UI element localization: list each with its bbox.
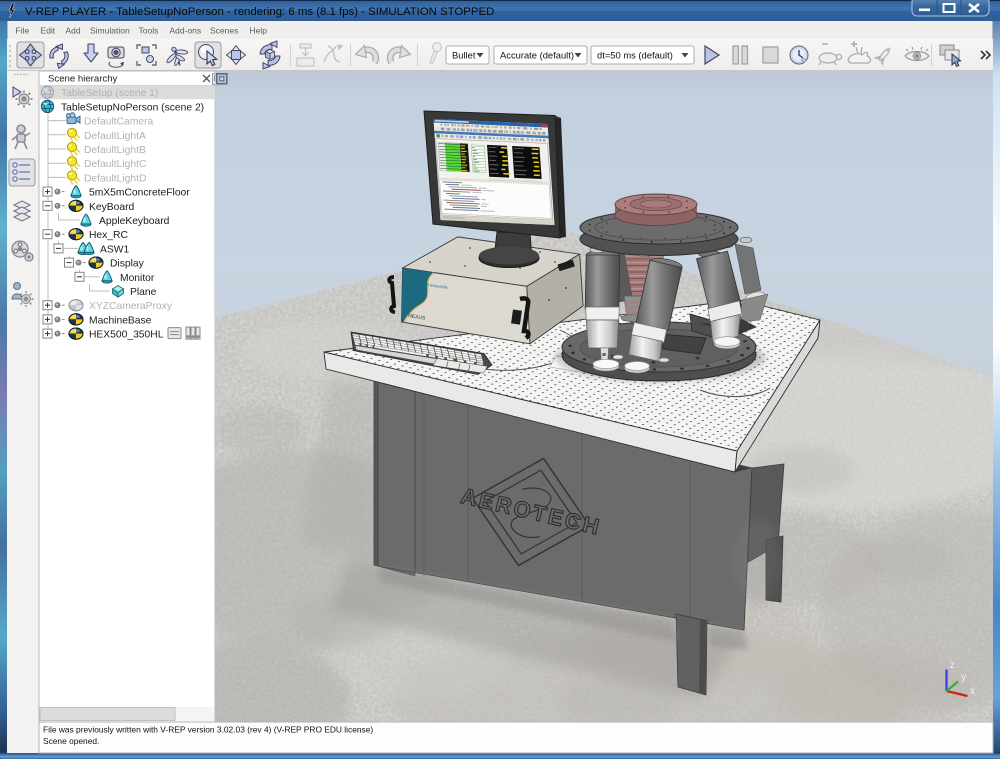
svg-text:DefaultLightD: DefaultLightD (84, 173, 146, 184)
svg-text:Hex_RC: Hex_RC (89, 230, 128, 241)
svg-text:KeyBoard: KeyBoard (89, 202, 134, 213)
svg-text:V-REP PLAYER - TableSetupNoPer: V-REP PLAYER - TableSetupNoPerson - rend… (25, 6, 494, 18)
svg-text:TableSetupNoPerson (scene 2): TableSetupNoPerson (scene 2) (61, 102, 204, 113)
svg-text:x: x (970, 686, 975, 697)
svg-text:HEX500_350HL: HEX500_350HL (89, 330, 164, 341)
svg-text:ASW1: ASW1 (100, 244, 129, 255)
svg-text:XYZCameraProxy: XYZCameraProxy (89, 301, 173, 312)
svg-text:File was previously written wi: File was previously written with V-REP v… (43, 725, 373, 735)
svg-text:Scenes: Scenes (210, 26, 238, 36)
svg-text:AppleKeyboard: AppleKeyboard (99, 216, 170, 227)
svg-text:Display: Display (110, 259, 145, 270)
svg-text:MachineBase: MachineBase (89, 315, 152, 326)
svg-text:Monitor: Monitor (120, 273, 155, 284)
svg-text:Help: Help (250, 26, 268, 36)
svg-text:dt=50 ms (default): dt=50 ms (default) (597, 50, 673, 61)
svg-text:Add-ons: Add-ons (170, 26, 202, 36)
svg-text:Edit: Edit (41, 26, 56, 36)
svg-text:DefaultLightB: DefaultLightB (84, 145, 146, 156)
svg-text:File: File (16, 26, 30, 36)
svg-text:y: y (961, 672, 966, 683)
svg-text:Scene opened.: Scene opened. (43, 736, 99, 746)
svg-text:Scene hierarchy: Scene hierarchy (48, 74, 118, 85)
svg-text:z: z (950, 660, 955, 671)
svg-text:Accurate (default): Accurate (default) (500, 50, 574, 61)
svg-text:5mX5mConcreteFloor: 5mX5mConcreteFloor (89, 188, 190, 199)
svg-text:Tools: Tools (139, 26, 159, 36)
svg-text:Plane: Plane (130, 287, 157, 298)
svg-text:Add: Add (66, 26, 81, 36)
svg-text:Bullet: Bullet (452, 50, 476, 61)
svg-text:DefaultLightA: DefaultLightA (84, 131, 146, 142)
svg-text:DefaultLightC: DefaultLightC (84, 159, 147, 170)
svg-text:Simulation: Simulation (90, 26, 130, 36)
svg-text:DefaultCamera: DefaultCamera (84, 117, 154, 128)
svg-text:TableSetup (scene 1): TableSetup (scene 1) (61, 88, 158, 99)
